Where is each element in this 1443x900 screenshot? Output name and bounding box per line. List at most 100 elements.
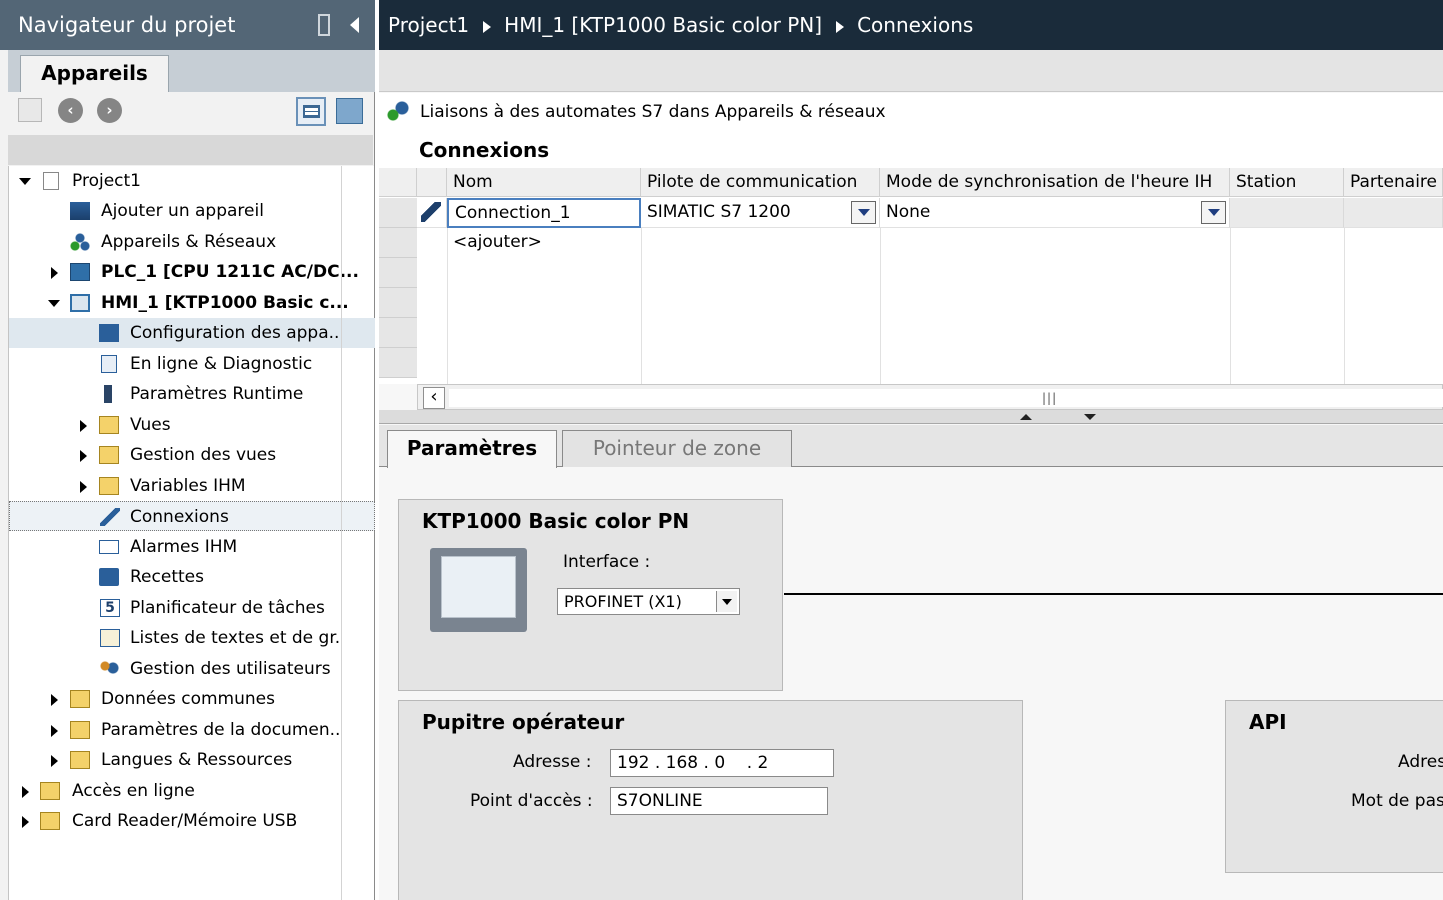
s7-connections-link[interactable]: Liaisons à des automates S7 dans Apparei…	[420, 93, 886, 131]
plc-box: API Adres Mot de pas	[1225, 700, 1443, 873]
plc-password-label: Mot de pas	[1351, 791, 1443, 811]
table-row	[417, 198, 447, 228]
tree-item-task-scheduler[interactable]: 5 Planificateur de tâches	[9, 593, 375, 623]
interface-dropdown-icon[interactable]	[716, 591, 737, 612]
access-point-label: Point d'accès :	[470, 791, 593, 811]
users-icon	[99, 660, 119, 678]
tree-item-documentation-settings[interactable]: Paramètres de la documen..	[9, 715, 375, 745]
folder-icon	[70, 721, 90, 739]
column-header-name[interactable]: Nom	[447, 168, 641, 197]
tree-item-online-diagnostic[interactable]: En ligne & Diagnostic	[9, 349, 375, 379]
splitter-up-icon[interactable]	[1020, 414, 1032, 420]
tree-item-plc1[interactable]: PLC_1 [CPU 1211C AC/DC...	[9, 257, 375, 287]
tree-item-languages-resources[interactable]: Langues & Ressources	[9, 745, 375, 775]
table-corner	[379, 168, 417, 197]
driver-dropdown-icon[interactable]	[851, 201, 876, 224]
tree-item-recipes[interactable]: Recettes	[9, 562, 375, 592]
row-header[interactable]	[379, 318, 417, 348]
tree-item-hmi-tags[interactable]: Variables IHM	[9, 471, 375, 501]
tree-item-device-config[interactable]: Configuration des appa..	[9, 318, 375, 348]
tree-item-text-lists[interactable]: Listes de textes et de gr.	[9, 623, 375, 653]
pin-icon[interactable]	[318, 14, 330, 36]
new-item-icon[interactable]	[18, 98, 42, 122]
forward-icon[interactable]: ›	[97, 98, 122, 123]
hmi-icon	[70, 294, 90, 312]
operator-panel-box: Pupitre opérateur Adresse : 192 . 168 . …	[398, 700, 1023, 900]
tree-item-hmi-alarms[interactable]: Alarmes IHM	[9, 532, 375, 562]
connections-icon	[100, 508, 120, 526]
connection-name-cell[interactable]: Connection_1	[447, 198, 641, 228]
online-diagnostic-icon	[101, 355, 117, 373]
calendar-icon: 5	[100, 599, 120, 617]
access-point-input[interactable]: S7ONLINE	[610, 787, 828, 815]
project-tree: Project1 Ajouter un appareil Appareils &…	[8, 166, 375, 900]
list-view-icon[interactable]	[296, 97, 326, 126]
breadcrumb-item-connections[interactable]: Connexions	[857, 13, 973, 37]
row-header[interactable]	[379, 228, 417, 258]
sync-mode-dropdown-icon[interactable]	[1201, 201, 1226, 224]
tree-item-common-data[interactable]: Données communes	[9, 684, 375, 714]
tab-devices[interactable]: Appareils	[20, 55, 169, 92]
breadcrumb-separator-icon	[483, 20, 492, 33]
partner-cell	[1344, 198, 1443, 228]
splitter-down-icon[interactable]	[1084, 414, 1096, 420]
tree-item-project1[interactable]: Project1	[9, 166, 375, 196]
tree-item-screens[interactable]: Vues	[9, 410, 375, 440]
editor-area: Project1 HMI_1 [KTP1000 Basic color PN] Co…	[379, 0, 1443, 900]
folder-icon	[99, 446, 119, 464]
recipes-icon	[99, 568, 119, 586]
plc-icon	[70, 263, 90, 281]
address-input[interactable]: 192 . 168 . 0 . 2	[610, 749, 834, 777]
tree-item-connections[interactable]: Connexions	[9, 501, 375, 531]
device-config-icon	[99, 324, 119, 342]
breadcrumb-item-hmi[interactable]: HMI_1 [KTP1000 Basic color PN]	[504, 13, 822, 37]
navigator-header-band	[8, 135, 373, 165]
scrollbar-thumb[interactable]	[449, 389, 1443, 407]
tree-divider	[341, 166, 342, 900]
add-device-icon	[70, 202, 90, 220]
runtime-settings-icon	[104, 385, 112, 403]
driver-cell[interactable]: SIMATIC S7 1200	[641, 198, 880, 228]
sync-mode-cell[interactable]: None	[880, 198, 1230, 228]
tree-item-online-access[interactable]: Accès en ligne	[9, 776, 375, 806]
column-header-station[interactable]: Station	[1230, 168, 1344, 197]
tab-area-pointer[interactable]: Pointeur de zone	[562, 430, 792, 467]
row-header[interactable]	[379, 348, 417, 378]
network-icon[interactable]	[385, 99, 409, 123]
tree-item-hmi1[interactable]: HMI_1 [KTP1000 Basic c...	[9, 288, 375, 318]
add-connection-cell[interactable]: <ajouter>	[447, 228, 641, 258]
hmi-panel-image	[430, 548, 527, 632]
tree-item-runtime-settings[interactable]: Paramètres Runtime	[9, 379, 375, 409]
table-icon-header	[417, 168, 447, 197]
back-icon[interactable]: ‹	[58, 98, 83, 123]
network-icon	[70, 233, 90, 251]
device-box-title: KTP1000 Basic color PN	[422, 509, 690, 533]
row-header[interactable]	[379, 288, 417, 318]
collapse-arrow-icon[interactable]	[350, 17, 359, 33]
interface-select[interactable]: PROFINET (X1)	[557, 588, 740, 615]
breadcrumb: Project1 HMI_1 [KTP1000 Basic color PN] Co…	[379, 0, 1443, 50]
tree-item-screen-management[interactable]: Gestion des vues	[9, 440, 375, 470]
breadcrumb-separator-icon	[836, 20, 845, 33]
plc-address-label: Adres	[1398, 752, 1443, 772]
folder-icon	[99, 477, 119, 495]
column-header-sync-mode[interactable]: Mode de synchronisation de l'heure IH	[880, 168, 1230, 197]
project-icon	[43, 172, 59, 190]
splitter-bar[interactable]	[379, 410, 1443, 424]
tree-item-devices-networks[interactable]: Appareils & Réseaux	[9, 227, 375, 257]
folder-icon	[40, 812, 60, 830]
column-header-partner[interactable]: Partenaire	[1344, 168, 1443, 197]
breadcrumb-item-project[interactable]: Project1	[388, 13, 469, 37]
address-label: Adresse :	[513, 752, 592, 772]
scroll-left-icon[interactable]: ‹	[423, 387, 445, 409]
export-icon[interactable]	[336, 98, 363, 124]
tree-item-card-reader[interactable]: Card Reader/Mémoire USB	[9, 806, 375, 836]
row-header[interactable]	[379, 258, 417, 288]
tab-parameters[interactable]: Paramètres	[387, 430, 557, 468]
row-header[interactable]	[379, 198, 417, 228]
column-header-driver[interactable]: Pilote de communication	[641, 168, 880, 197]
tree-item-add-device[interactable]: Ajouter un appareil	[9, 196, 375, 226]
tree-item-user-management[interactable]: Gestion des utilisateurs	[9, 654, 375, 684]
alarms-icon	[99, 540, 119, 554]
folder-icon	[70, 751, 90, 769]
